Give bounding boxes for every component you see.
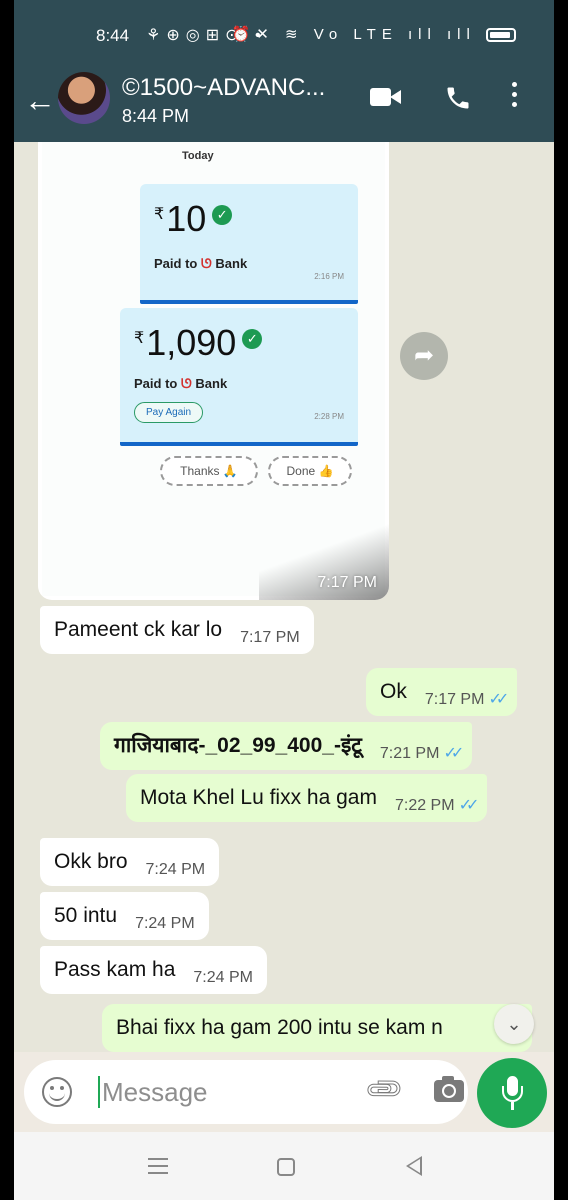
message-time: 7:24 PM (145, 861, 206, 878)
message-composer: 📎︎ (24, 1060, 468, 1124)
thanks-chip: Thanks 🙏 (160, 456, 258, 486)
message-time: 7:24 PM (135, 915, 195, 932)
message-time: 7:17 PM (240, 629, 300, 646)
day-label: Today (182, 150, 214, 162)
avatar[interactable] (58, 72, 110, 124)
chat-area[interactable]: Today ₹10 ✓ Paid to ᘎ Bank 2:16 PM ₹1,090… (14, 142, 554, 1052)
message-text: 50 intu (54, 904, 118, 927)
payment-amount: 10 (166, 198, 207, 239)
message-time: 7:22 PM (394, 797, 455, 814)
done-chip: Done 👍 (268, 456, 352, 486)
message-time: 7:21 PM (379, 745, 440, 762)
phone-icon[interactable] (444, 84, 472, 117)
chevrons-down-icon[interactable]: ⌄ (494, 1004, 534, 1044)
back-triangle-icon[interactable] (406, 1156, 422, 1176)
camera-icon[interactable] (434, 1076, 464, 1102)
incoming-message[interactable]: 50 intu 7:24 PM (40, 892, 209, 940)
chat-header: 8:44 ⚘⊕◎⊞⊙ • ⏰✕ ≋ Vo LTE ıll ıll ← ©1500… (14, 0, 554, 142)
signal-icons: ⏰✕ ≋ Vo LTE ıll ıll (231, 26, 476, 43)
incoming-message[interactable]: Pass kam ha 7:24 PM (40, 946, 267, 994)
system-nav-bar (14, 1132, 554, 1200)
forward-icon[interactable]: ➦ (400, 332, 448, 380)
status-time: 8:44 (96, 26, 130, 45)
currency-symbol: ₹ (154, 206, 165, 223)
image-message[interactable]: Today ₹10 ✓ Paid to ᘎ Bank 2:16 PM ₹1,090… (38, 142, 389, 600)
read-ticks-icon: ✓✓ (443, 745, 464, 762)
incoming-message[interactable]: Pameent ck kar lo 7:17 PM (40, 606, 314, 654)
message-text: गाजियाबाद-_02_99_400_-इंटू (114, 734, 362, 757)
paid-to-label: Paid to (154, 256, 198, 271)
outgoing-message[interactable]: Ok 7:17 PM ✓✓ (366, 668, 518, 716)
read-ticks-icon: ✓✓ (488, 691, 509, 708)
message-text: Pass kam ha (54, 958, 176, 981)
message-text: Ok (380, 680, 407, 703)
chat-title[interactable]: ©1500~ADVANC... (122, 74, 362, 102)
message-time: 7:17 PM (317, 574, 377, 591)
phone-screen: 8:44 ⚘⊕◎⊞⊙ • ⏰✕ ≋ Vo LTE ıll ıll ← ©1500… (14, 0, 554, 1200)
message-time: 7:17 PM (424, 691, 485, 708)
payment-time: 2:28 PM (314, 412, 344, 421)
bank-label: Bank (195, 376, 228, 391)
more-vert-icon[interactable] (512, 82, 520, 112)
paperclip-icon[interactable]: 📎︎ (362, 1067, 407, 1112)
mic-icon[interactable] (477, 1058, 547, 1128)
message-time: 7:24 PM (193, 969, 253, 986)
verified-check-icon: ✓ (212, 205, 233, 226)
outgoing-message[interactable]: Mota Khel Lu fixx ha gam 7:22 PM ✓✓ (126, 774, 488, 822)
payment-card: ₹1,090 ✓ Paid to ᘎ Bank Pay Again 2:28 PM (120, 308, 358, 446)
outgoing-message[interactable]: Bhai fixx ha gam 200 intu se kam n (102, 1004, 532, 1052)
bank-logo-icon: ᘎ (180, 376, 192, 391)
pay-again-button: Pay Again (134, 402, 204, 423)
status-bar: 8:44 ⚘⊕◎⊞⊙ • ⏰✕ ≋ Vo LTE ıll ıll (14, 22, 554, 50)
paid-to-label: Paid to (134, 376, 178, 391)
message-text: Bhai fixx ha gam 200 intu se kam n (116, 1016, 443, 1039)
battery-icon (486, 28, 516, 43)
read-ticks-icon: ✓✓ (458, 797, 480, 814)
message-text: Mota Khel Lu fixx ha gam (140, 786, 377, 809)
last-seen: 8:44 PM (122, 106, 190, 126)
payment-amount: 1,090 (146, 322, 237, 363)
payment-card: ₹10 ✓ Paid to ᘎ Bank 2:16 PM (140, 184, 358, 304)
payment-time: 2:16 PM (314, 272, 344, 281)
verified-check-icon: ✓ (242, 329, 263, 350)
recent-apps-icon[interactable] (148, 1158, 168, 1179)
emoji-icon[interactable] (42, 1077, 72, 1107)
message-input[interactable] (102, 1074, 342, 1110)
bank-logo-icon: ᘎ (200, 256, 212, 271)
bank-label: Bank (215, 256, 248, 271)
message-text: Pameent ck kar lo (54, 618, 223, 641)
text-cursor (98, 1076, 100, 1108)
home-icon[interactable] (277, 1158, 295, 1176)
message-text: Okk bro (54, 850, 128, 873)
outgoing-message[interactable]: गाजियाबाद-_02_99_400_-इंटू 7:21 PM ✓✓ (100, 722, 473, 770)
system-icons: ⏰✕ ≋ Vo LTE ıll ıll (232, 25, 516, 43)
incoming-message[interactable]: Okk bro 7:24 PM (40, 838, 220, 886)
video-call-icon[interactable] (370, 86, 402, 108)
currency-symbol: ₹ (134, 330, 145, 347)
back-arrow-icon[interactable]: ← (24, 84, 56, 116)
